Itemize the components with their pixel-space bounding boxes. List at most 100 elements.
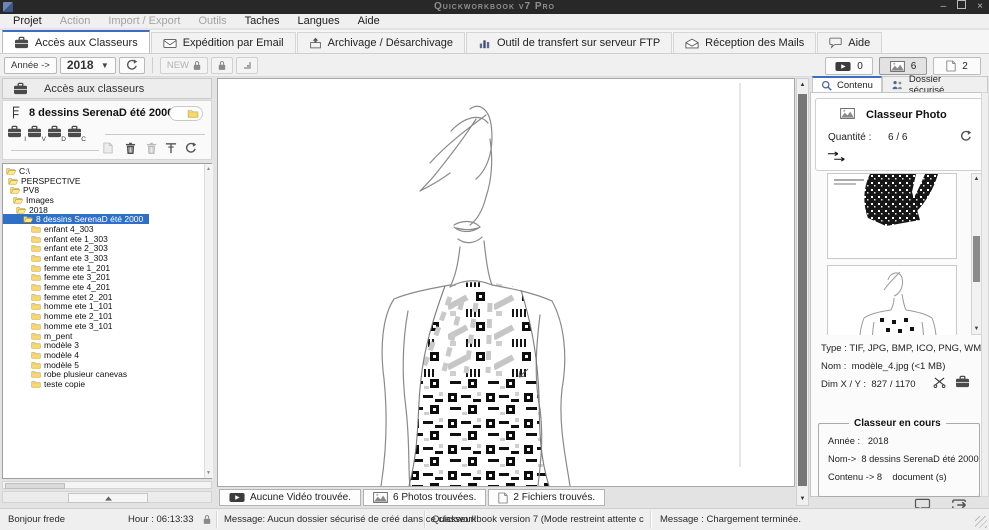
counter-file-icon[interactable]: 2 <box>933 57 981 75</box>
tree-item-enfant-4-303[interactable]: enfant 4_303 <box>3 224 211 234</box>
main-vertical-scrollbar[interactable]: ▲ ▼ <box>796 78 809 506</box>
status-bar: Bonjour frede Hour : 06:13:33 Message: A… <box>0 508 989 530</box>
menu-item-aide[interactable]: Aide <box>349 15 389 27</box>
groupbox-title: Classeur en cours <box>849 418 946 429</box>
refresh-tree-button[interactable] <box>185 142 197 154</box>
tab-expedition-par-email[interactable]: Expédition par Email <box>151 32 296 53</box>
briefcase-icon <box>47 125 62 138</box>
main-tab-bar: Accès aux ClasseursExpédition par EmailA… <box>0 30 989 54</box>
thumbnail-item[interactable] <box>827 173 957 259</box>
current-count: 8 <box>877 472 882 482</box>
tree-item-2018[interactable]: 2018 <box>3 205 211 215</box>
right-tab-contenu[interactable]: Contenu <box>812 76 882 93</box>
tree-item-m-pent[interactable]: m_pent <box>3 331 211 341</box>
current-year: 2018 <box>868 436 889 446</box>
magnifier-icon <box>821 80 832 91</box>
video-icon <box>835 61 851 72</box>
resize-grip[interactable] <box>975 516 987 528</box>
tree-item-homme-ete-1-101[interactable]: homme ete 1_101 <box>3 302 211 312</box>
lock-button[interactable] <box>211 57 233 74</box>
tree-item-images[interactable]: Images <box>3 195 211 205</box>
tab-reception-des-mails[interactable]: Réception des Mails <box>673 32 816 53</box>
menu-item-outils[interactable]: Outils <box>189 15 235 27</box>
briefcase-button[interactable] <box>955 375 970 388</box>
tree-item-enfant-ete-2-303[interactable]: enfant ete 2_303 <box>3 244 211 254</box>
menu-item-langues[interactable]: Langues <box>288 15 348 27</box>
close-button[interactable]: × <box>977 0 983 14</box>
briefcase-icon <box>14 36 29 49</box>
scissors-button[interactable] <box>933 377 946 388</box>
right-panel-scrollbar[interactable] <box>981 92 989 497</box>
menu-item-taches[interactable]: Taches <box>236 15 289 27</box>
file-dim-value: 827 / 1170 <box>871 379 915 390</box>
tree-item-perspective[interactable]: PERSPECTIVE <box>3 176 211 186</box>
image-canvas[interactable] <box>217 78 795 487</box>
tree-item-pv8[interactable]: PV8 <box>3 185 211 195</box>
grip-icon <box>243 61 251 69</box>
classeur-en-cours-box: Classeur en cours Année : 2018 Nom-> 8 d… <box>818 423 980 497</box>
tree-item-femme-etet-2-201[interactable]: femme etet 2_201 <box>3 292 211 302</box>
file-type-line: Type : TIF, JPG, BMP, ICO, PNG, WMF, RAW… <box>821 343 989 354</box>
maximize-button[interactable] <box>957 0 966 14</box>
refresh-year-button[interactable] <box>119 57 145 74</box>
tab-aide[interactable]: Aide <box>817 32 882 53</box>
folder-closed-icon <box>31 341 41 349</box>
thumbnail-item[interactable] <box>827 265 957 335</box>
counter-video-icon[interactable]: 0 <box>825 57 873 75</box>
tree-item-teste-copie[interactable]: teste copie <box>3 379 211 389</box>
minimize-button[interactable]: – <box>941 0 947 14</box>
chip-2-fichiers-trouves[interactable]: 2 Fichiers trouvés. <box>488 489 605 506</box>
tree-vertical-scrollbar[interactable]: ▲▼ <box>204 164 213 478</box>
right-tab-dossier-securise[interactable]: Dossier sécurisé <box>882 76 988 92</box>
main-area: ▲ ▼ Aucune Vidéo trouvée.6 Photos trouvé… <box>217 78 809 506</box>
folder-closed-icon <box>31 264 41 272</box>
ftp-transfer-icon <box>478 38 491 49</box>
folder-closed-icon <box>31 332 41 340</box>
counter-photo-icon[interactable]: 6 <box>879 57 927 75</box>
tree-item-c[interactable]: C:\ <box>3 166 211 176</box>
refresh-photos-button[interactable] <box>960 130 972 142</box>
new-classeur-button[interactable]: NEW <box>160 57 208 74</box>
file-dim-line: Dim X / Y : 827 / 1170 <box>821 379 916 390</box>
tree-item-robe-plusieur-canevas[interactable]: robe plusieur canevas <box>3 369 211 379</box>
tree-item-enfant-ete-3-303[interactable]: enfant ete 3_303 <box>3 253 211 263</box>
toolbar: Année -> 2018▼ NEW 062 <box>0 54 989 77</box>
tab-outil-de-transfert-sur-serveur-ftp[interactable]: Outil de transfert sur serveur FTP <box>466 32 672 53</box>
chip-aucune-video-trouvee[interactable]: Aucune Vidéo trouvée. <box>219 489 361 506</box>
tree-item-modele-5[interactable]: modèle 5 <box>3 360 211 370</box>
nav-arrows-icon[interactable] <box>826 151 848 162</box>
menu-item-projet[interactable]: Projet <box>4 15 51 27</box>
right-panel-tabs: ContenuDossier sécurisé <box>812 76 988 93</box>
document-button[interactable] <box>103 142 113 154</box>
delete-button[interactable] <box>125 142 136 155</box>
fashion-sketch <box>218 79 794 486</box>
tree-horizontal-scrollbar[interactable] <box>2 481 212 489</box>
tab-acces-aux-classeurs[interactable]: Accès aux Classeurs <box>2 30 150 53</box>
tree-item-homme-ete-2-101[interactable]: homme ete 2_101 <box>3 311 211 321</box>
tree-item-femme-ete-1-201[interactable]: femme ete 1_201 <box>3 263 211 273</box>
tree-item-femme-ete-4-201[interactable]: femme ete 4_201 <box>3 282 211 292</box>
year-select[interactable]: 2018▼ <box>60 57 116 74</box>
tree-item-modele-3[interactable]: modèle 3 <box>3 340 211 350</box>
thumbnail-garment <box>828 174 956 258</box>
right-panel-body: Classeur Photo Quantité : 6 / 6 <box>810 92 988 497</box>
tree-item-modele-4[interactable]: modèle 4 <box>3 350 211 360</box>
tab-archivage-desarchivage[interactable]: Archivage / Désarchivage <box>297 32 465 53</box>
delete-disabled-button[interactable] <box>146 142 157 155</box>
filter-button[interactable] <box>165 142 177 154</box>
folder-toggle[interactable] <box>169 106 203 121</box>
status-greeting: Bonjour frede <box>8 514 65 525</box>
year-label-button[interactable]: Année -> <box>4 57 57 74</box>
file-icon <box>498 492 508 504</box>
menu-item-action[interactable]: Action <box>51 15 100 27</box>
chip-6-photos-trouvees[interactable]: 6 Photos trouvées. <box>363 489 486 506</box>
tree-item-homme-ete-3-101[interactable]: homme ete 3_101 <box>3 321 211 331</box>
collapse-button[interactable] <box>68 493 148 503</box>
tree-item-enfant-ete-1-303[interactable]: enfant ete 1_303 <box>3 234 211 244</box>
tree-item-femme-ete-3-201[interactable]: femme ete 3_201 <box>3 273 211 283</box>
tree-item-8-dessins-serenad-ete-2000[interactable]: 8 dessins SerenaD été 2000 <box>3 214 149 224</box>
briefcase-icon <box>27 125 42 138</box>
resize-grip-button[interactable] <box>236 57 258 74</box>
lock-icon <box>218 60 226 71</box>
menu-item-import-export[interactable]: Import / Export <box>99 15 189 27</box>
